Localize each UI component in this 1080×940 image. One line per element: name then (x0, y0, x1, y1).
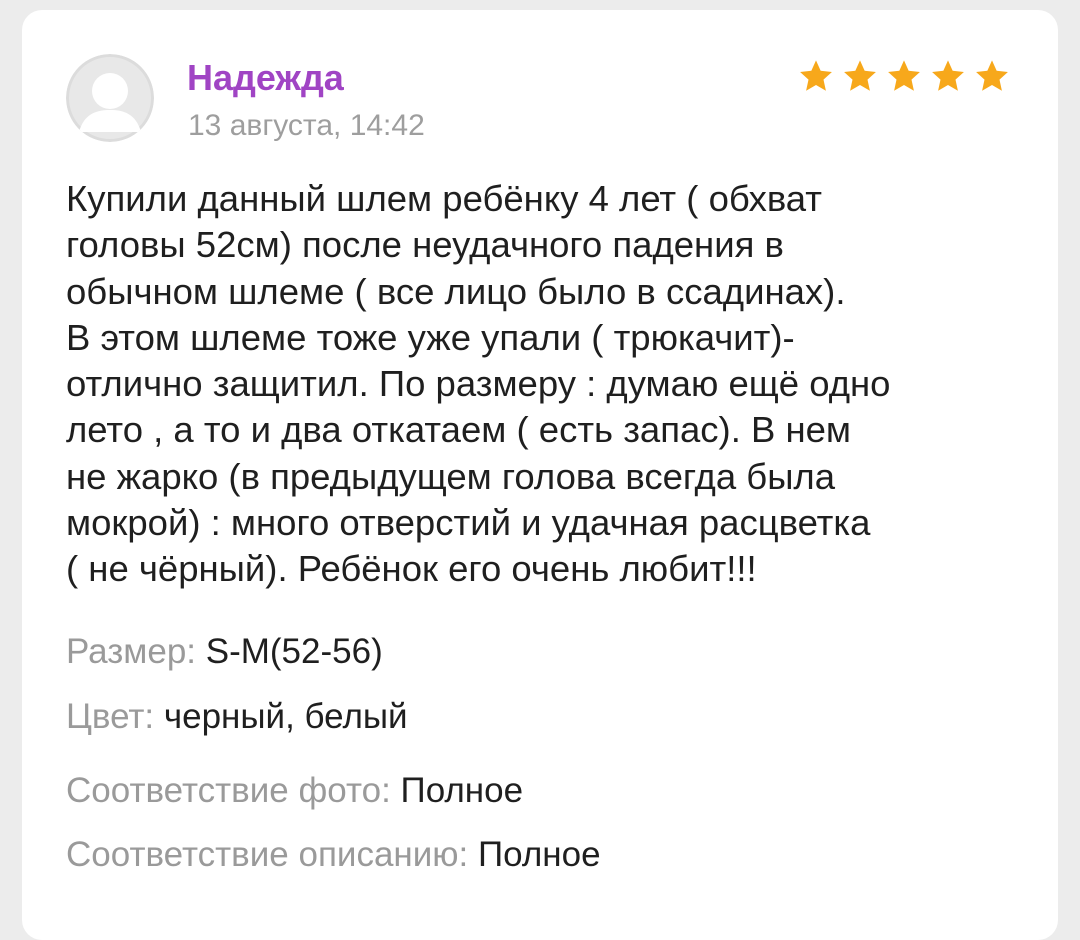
user-placeholder-icon (66, 54, 154, 142)
attribute-value: S-M(52-56) (205, 632, 383, 671)
attribute-value: Полное (478, 835, 601, 874)
attribute-label: Соответствие фото: (66, 771, 401, 810)
star-icon (888, 60, 920, 91)
star-icon (800, 60, 832, 91)
attribute-label: Цвет: (66, 697, 164, 736)
attribute-value: черный, белый (163, 697, 408, 736)
star-rating (798, 58, 1010, 94)
attribute-label: Соответствие описанию: (66, 835, 478, 874)
star-icon (976, 60, 1008, 91)
avatar[interactable] (66, 54, 154, 142)
attribute-photo-match: Соответствие фото: Полное (66, 770, 523, 812)
review-date: 13 августа, 14:42 (188, 109, 425, 142)
attribute-label: Размер: (66, 632, 206, 671)
attribute-description-match: Соответствие описанию: Полное (66, 834, 601, 876)
star-icon (844, 60, 876, 91)
author-name[interactable]: Надежда (187, 56, 344, 100)
review-card: Надежда 13 августа, 14:42 Купили данный … (22, 10, 1058, 940)
attribute-color: Цвет: черный, белый (66, 696, 408, 738)
attribute-value: Полное (400, 771, 524, 810)
review-text: Купили данный шлем ребёнку 4 лет ( обхва… (66, 178, 891, 590)
star-icon (932, 60, 964, 91)
attribute-size: Размер: S-M(52-56) (66, 631, 383, 673)
